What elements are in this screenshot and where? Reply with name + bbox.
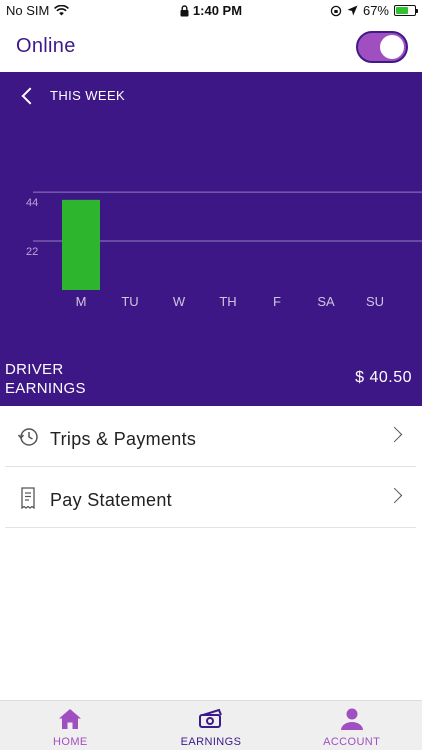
toggle-knob — [380, 35, 404, 59]
tab-home-label: HOME — [53, 736, 88, 748]
battery-percent: 67% — [362, 3, 389, 18]
trips-payments-label: Trips & Payments — [50, 429, 197, 449]
tab-earnings-label: EARNINGS — [180, 736, 242, 748]
earnings-value: $ 40.50 — [355, 369, 412, 386]
day-label-w: W — [173, 294, 186, 309]
battery-icon — [394, 5, 418, 16]
earnings-summary: DRIVER EARNINGS $ 40.50 — [0, 354, 422, 406]
home-icon — [59, 709, 82, 729]
tab-account-label: ACCOUNT — [323, 736, 381, 748]
day-label-tu: TU — [121, 294, 138, 309]
receipt-icon — [21, 487, 35, 509]
earnings-panel: THIS WEEK 22 44 M TU W TH F SA SU DRIVER EARNING… — [0, 72, 422, 406]
week-navigator[interactable]: THIS WEEK — [18, 87, 126, 104]
chevron-right-icon — [386, 426, 403, 443]
tab-earnings[interactable]: EARNINGS — [141, 701, 282, 750]
y-tick-label: 44 — [26, 197, 38, 209]
earnings-label: DRIVER EARNINGS — [5, 361, 86, 397]
lock-icon — [180, 4, 189, 16]
app-header: Online — [0, 22, 422, 72]
history-icon — [17, 428, 38, 446]
day-label-sa: SA — [317, 294, 335, 309]
day-label-f: F — [273, 294, 281, 309]
chevron-right-icon — [386, 487, 403, 504]
bar-m[interactable] — [62, 199, 100, 290]
pay-statement-label: Pay Statement — [50, 490, 172, 510]
list-item-trips-payments[interactable]: Trips & Payments — [5, 406, 416, 467]
day-label-m: M — [76, 294, 87, 309]
online-toggle[interactable] — [356, 31, 408, 63]
chevron-left-icon[interactable] — [21, 87, 39, 104]
rotation-lock-icon — [330, 5, 342, 16]
clock-time: 1:40 PM — [192, 3, 243, 18]
list-item-pay-statement[interactable]: Pay Statement — [5, 467, 416, 528]
tab-home[interactable]: HOME — [0, 701, 141, 750]
week-label: THIS WEEK — [50, 88, 126, 103]
status-bar: No SIM 1:40 PM 67% — [0, 0, 422, 22]
online-status-title: Online — [16, 35, 76, 57]
day-label-th: TH — [219, 294, 236, 309]
day-label-su: SU — [366, 294, 384, 309]
cash-icon — [199, 708, 222, 728]
person-icon — [340, 708, 363, 730]
y-tick-label: 22 — [26, 246, 38, 258]
bottom-tab-bar: HOME EARNINGS ACCOUNT — [0, 700, 422, 750]
tab-account[interactable]: ACCOUNT — [281, 701, 422, 750]
earnings-menu-list: Trips & Payments Pay Statement — [5, 406, 416, 528]
location-icon — [347, 5, 358, 16]
